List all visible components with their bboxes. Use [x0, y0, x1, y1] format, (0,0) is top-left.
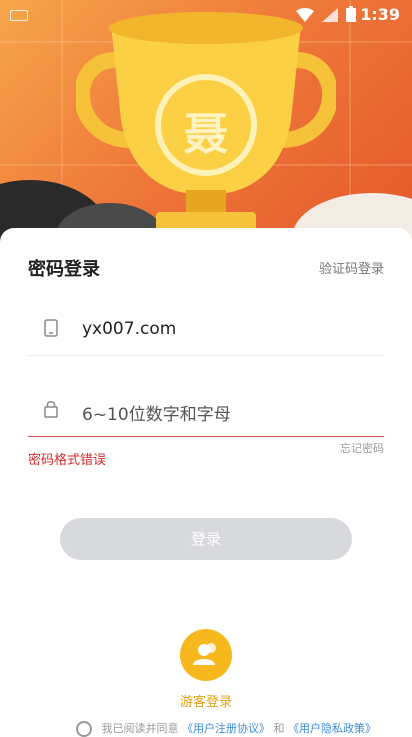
agreement-row: 我已阅读并同意 《用户注册协议》 和 《用户隐私政策》: [76, 720, 376, 737]
guest-login-icon[interactable]: [180, 629, 232, 681]
privacy-policy-link[interactable]: 《用户隐私政策》: [288, 722, 376, 735]
phone-icon: [44, 319, 58, 337]
error-message: 密码格式错误: [28, 453, 107, 468]
login-button[interactable]: 登录: [60, 518, 352, 560]
users-icon: [193, 643, 216, 665]
agreement-prefix: 我已阅读并同意: [101, 722, 179, 735]
forgot-password-link[interactable]: 忘记密码: [340, 440, 384, 456]
password-input[interactable]: 6~10位数字和字母: [82, 400, 231, 425]
agree-radio[interactable]: [76, 721, 92, 737]
wifi-icon: [296, 7, 314, 26]
password-field[interactable]: 6~10位数字和字母: [28, 386, 384, 437]
clock: 1:39: [360, 5, 400, 24]
battery-charging-icon: [346, 6, 356, 26]
agreement-and: 和: [273, 722, 285, 735]
sms-login-switch[interactable]: 验证码登录: [319, 258, 384, 277]
hero-banner: 聂: [0, 0, 412, 250]
user-agreement-link[interactable]: 《用户注册协议》: [182, 722, 270, 735]
trophy-emblem: 聂: [184, 109, 228, 160]
lock-icon: [44, 400, 58, 418]
signal-icon: [322, 7, 338, 26]
guest-login-label[interactable]: 游客登录: [0, 691, 412, 710]
page-title: 密码登录: [28, 259, 100, 280]
keyboard-icon: [10, 10, 28, 21]
account-field[interactable]: yx007.com: [28, 305, 384, 356]
status-bar: 1:39: [0, 0, 412, 30]
account-input[interactable]: yx007.com: [82, 319, 176, 339]
